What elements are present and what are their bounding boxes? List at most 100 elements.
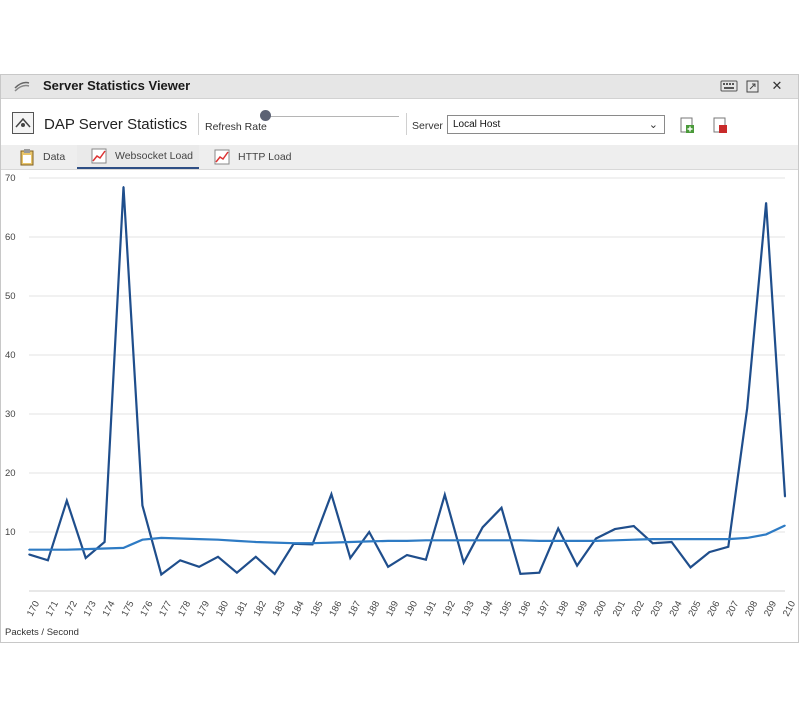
data-point: [462, 561, 465, 564]
data-point: [519, 539, 522, 542]
data-point: [538, 571, 541, 574]
series-line-average: [29, 524, 786, 551]
x-tick-label: 177: [157, 599, 174, 618]
server-select-value: Local Host: [453, 119, 501, 130]
x-tick-label: 193: [460, 599, 477, 618]
y-tick-label: 30: [5, 409, 16, 420]
x-tick-label: 192: [441, 599, 458, 618]
data-point: [595, 540, 597, 542]
data-point: [557, 527, 559, 530]
add-server-icon[interactable]: [678, 116, 696, 134]
data-point: [330, 541, 333, 544]
data-point: [784, 524, 786, 527]
data-point: [538, 540, 541, 542]
x-tick-label: 197: [535, 599, 552, 618]
data-point: [576, 564, 578, 567]
data-point: [425, 539, 427, 542]
data-point: [47, 548, 49, 551]
data-point: [236, 540, 238, 542]
data-point: [651, 542, 654, 545]
tab-http-load[interactable]: HTTP Load: [214, 145, 292, 169]
data-point: [217, 538, 219, 541]
close-icon[interactable]: ✕: [767, 77, 787, 95]
clipboard-icon: [20, 149, 34, 166]
data-point: [519, 573, 522, 575]
data-point: [406, 554, 408, 556]
data-point: [66, 548, 68, 551]
data-point: [103, 541, 106, 543]
refresh-rate-slider-thumb[interactable]: [260, 110, 271, 121]
data-point: [179, 559, 181, 562]
data-point: [500, 539, 503, 542]
x-tick-label: 188: [365, 599, 382, 618]
data-point: [236, 571, 238, 574]
x-tick-label: 180: [214, 599, 231, 618]
data-point: [84, 548, 87, 550]
tab-websocket-load[interactable]: Websocket Load: [77, 145, 199, 169]
data-point: [633, 538, 635, 541]
series-line-raw: [28, 186, 787, 577]
data-point: [784, 495, 786, 498]
tab-data[interactable]: Data: [19, 145, 65, 169]
data-point: [633, 525, 635, 527]
x-tick-label: 202: [630, 599, 647, 618]
data-point: [255, 541, 257, 543]
data-point: [708, 538, 711, 540]
server-select[interactable]: Local Host ⌄: [447, 115, 665, 134]
data-point: [103, 547, 106, 550]
x-tick-label: 208: [743, 599, 760, 618]
data-point: [444, 539, 446, 542]
data-point: [462, 539, 465, 542]
x-tick-label: 181: [233, 599, 250, 618]
x-tick-label: 191: [422, 599, 439, 618]
data-point: [670, 538, 673, 540]
data-point: [160, 573, 163, 576]
x-tick-label: 199: [573, 599, 590, 618]
data-point: [198, 566, 200, 568]
data-point: [746, 407, 748, 409]
data-point: [179, 537, 181, 540]
app-window: Server Statistics Viewer ✕ DAP Server St…: [0, 74, 799, 643]
data-point: [141, 504, 144, 507]
data-point: [349, 557, 352, 559]
title-bar[interactable]: Server Statistics Viewer ✕: [1, 75, 798, 99]
data-point: [689, 538, 692, 540]
data-point: [292, 542, 295, 545]
window-title: Server Statistics Viewer: [43, 78, 191, 93]
x-tick-label: 201: [611, 599, 628, 618]
x-tick-label: 198: [554, 599, 571, 618]
restore-window-icon[interactable]: [742, 77, 762, 95]
x-tick-label: 172: [63, 599, 80, 618]
x-tick-label: 178: [176, 599, 193, 618]
data-point: [481, 526, 484, 529]
data-point: [727, 545, 730, 548]
x-tick-label: 170: [25, 599, 42, 618]
data-point: [557, 540, 559, 542]
data-point: [217, 555, 219, 558]
data-point: [425, 558, 427, 561]
keyboard-icon[interactable]: [719, 77, 739, 95]
data-point: [160, 537, 163, 539]
remove-server-icon[interactable]: [711, 116, 729, 134]
data-point: [727, 538, 730, 540]
data-point: [689, 566, 692, 569]
x-tick-label: 194: [479, 599, 496, 618]
x-tick-label: 173: [82, 599, 99, 618]
app-title: DAP Server Statistics: [44, 116, 188, 133]
x-tick-label: 179: [195, 599, 212, 618]
x-tick-label: 182: [252, 599, 269, 618]
tab-label: Data: [43, 151, 66, 163]
data-point: [28, 548, 30, 551]
data-point: [651, 538, 654, 540]
x-tick-label: 187: [346, 599, 363, 618]
data-point: [198, 538, 200, 540]
x-tick-label: 195: [497, 599, 514, 618]
x-tick-label: 196: [516, 599, 533, 618]
tab-label: HTTP Load: [238, 151, 292, 163]
refresh-rate-slider-track[interactable]: [265, 116, 399, 117]
data-point: [141, 538, 144, 541]
data-point: [311, 542, 314, 545]
x-tick-label: 174: [101, 599, 118, 618]
x-tick-label: 207: [724, 599, 741, 618]
data-point: [122, 186, 125, 188]
